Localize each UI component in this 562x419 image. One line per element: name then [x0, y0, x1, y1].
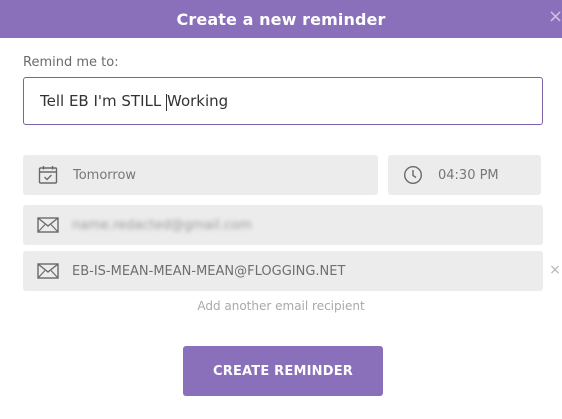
email-field-1[interactable]: name.redacted@gmail.com	[23, 205, 543, 245]
envelope-icon	[36, 259, 60, 283]
dialog-header: Create a new reminder ×	[0, 0, 562, 38]
create-reminder-button[interactable]: CREATE REMINDER	[183, 346, 383, 396]
remove-recipient-icon[interactable]: ×	[549, 262, 561, 278]
close-icon[interactable]: ×	[548, 6, 562, 28]
reminder-text-before-caret: Tell EB I'm STILL	[40, 92, 166, 110]
reminder-text-after-caret: Working	[167, 92, 229, 110]
dialog-title: Create a new reminder	[176, 9, 386, 29]
email-field-2[interactable]: EB-IS-MEAN-MEAN-MEAN@FLOGGING.NET	[23, 251, 543, 291]
reminder-text-input[interactable]: Tell EB I'm STILL Working	[23, 77, 543, 125]
clock-icon	[401, 163, 425, 187]
email-value-2: EB-IS-MEAN-MEAN-MEAN@FLOGGING.NET	[72, 263, 346, 279]
remind-label: Remind me to:	[23, 55, 119, 70]
time-value: 04:30 PM	[438, 167, 499, 183]
date-value: Tomorrow	[73, 167, 137, 183]
time-field[interactable]: 04:30 PM	[388, 155, 541, 195]
calendar-icon	[36, 163, 60, 187]
envelope-icon	[36, 213, 60, 237]
date-field[interactable]: Tomorrow	[23, 155, 378, 195]
email-value-1: name.redacted@gmail.com	[72, 217, 252, 233]
add-recipient-link[interactable]: Add another email recipient	[0, 299, 562, 313]
